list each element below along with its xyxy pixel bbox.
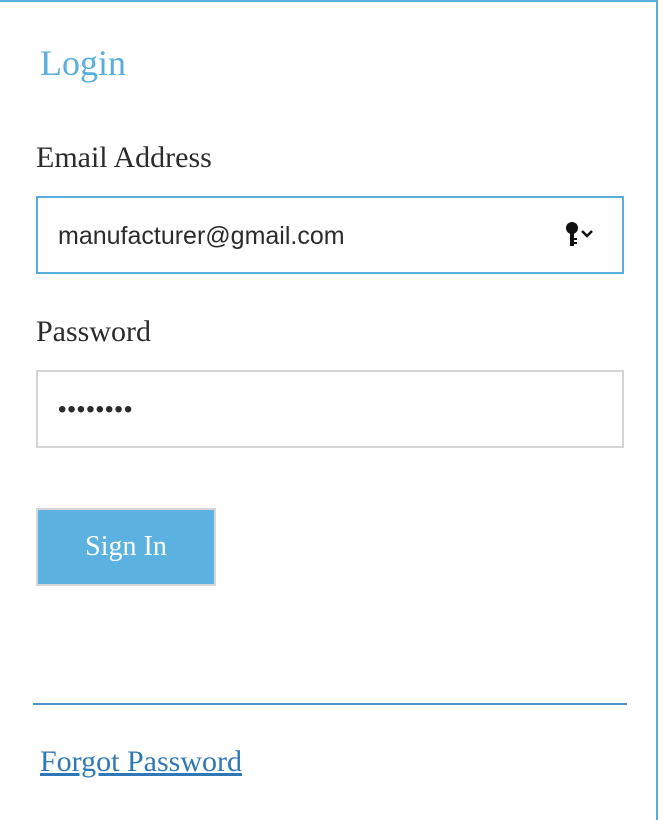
sign-in-button[interactable]: Sign In bbox=[36, 508, 216, 586]
forgot-password-link[interactable]: Forgot Password bbox=[40, 744, 242, 780]
email-value[interactable]: manufacturer@gmail.com bbox=[58, 198, 345, 272]
password-field[interactable]: •••••••• bbox=[36, 370, 624, 448]
login-title: Login bbox=[40, 43, 126, 83]
email-label: Email Address bbox=[36, 141, 212, 174]
divider bbox=[33, 703, 627, 705]
login-panel: Login Email Address manufacturer@gmail.c… bbox=[0, 0, 658, 820]
key-chevron-icon[interactable] bbox=[564, 220, 598, 250]
password-value[interactable]: •••••••• bbox=[58, 372, 133, 446]
password-label: Password bbox=[36, 315, 152, 348]
email-field[interactable]: manufacturer@gmail.com bbox=[36, 196, 624, 274]
